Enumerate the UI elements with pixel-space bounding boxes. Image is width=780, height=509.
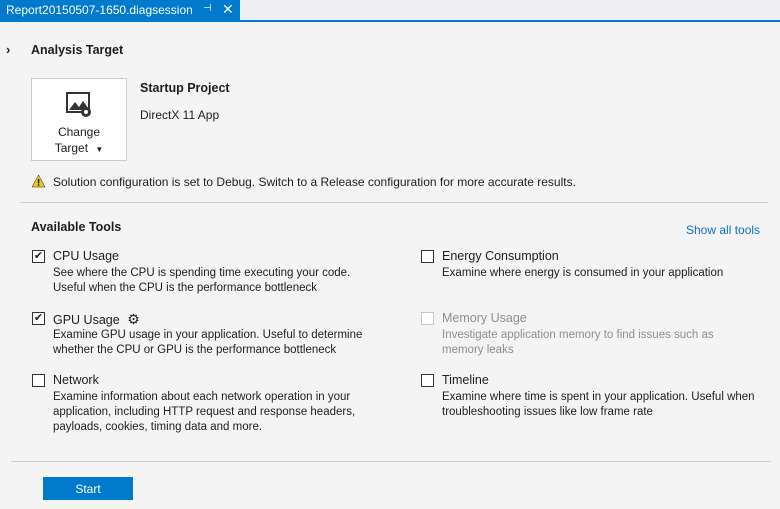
energy-consumption-checkbox[interactable] <box>421 250 434 263</box>
target-image-icon <box>66 92 91 117</box>
tool-description: Examine information about each network o… <box>53 391 356 433</box>
timeline-checkbox[interactable] <box>421 374 434 387</box>
gpu-usage-checkbox[interactable]: ✔ <box>32 312 45 325</box>
tab-diagsession[interactable]: Report20150507-1650.diagsession ⊣ ✕ <box>0 0 240 20</box>
close-icon[interactable]: ✕ <box>222 1 234 18</box>
dropdown-arrow-icon: ▼ <box>95 145 104 154</box>
warning-icon <box>31 174 46 188</box>
gear-icon[interactable]: ⚙ <box>127 311 140 327</box>
tool-label: CPU Usage <box>53 249 119 263</box>
cpu-usage-checkbox[interactable]: ✔ <box>32 250 45 263</box>
change-label: Change <box>57 125 101 139</box>
change-target-button[interactable]: Change Target ▼ <box>31 78 127 161</box>
show-all-tools-link[interactable]: Show all tools <box>686 223 760 237</box>
network-checkbox[interactable] <box>32 374 45 387</box>
tool-description: Examine where time is spent in your appl… <box>442 391 755 418</box>
chevron-right-icon[interactable]: › <box>6 42 10 57</box>
tool-label: Network <box>53 373 99 387</box>
tool-description: See where the CPU is spending time execu… <box>53 267 351 294</box>
divider <box>20 202 768 203</box>
startup-project-value: DirectX 11 App <box>140 108 220 122</box>
tool-label: Timeline <box>442 373 489 387</box>
tool-label: GPU Usage <box>53 313 120 327</box>
available-tools-header: Available Tools <box>31 220 122 234</box>
divider <box>11 461 771 462</box>
analysis-target-header[interactable]: Analysis Target <box>31 43 123 57</box>
tab-title: Report20150507-1650.diagsession <box>6 3 193 17</box>
tool-description: Investigate application memory to find i… <box>442 329 714 356</box>
memory-usage-checkbox <box>421 312 434 325</box>
tool-label: Memory Usage <box>442 311 527 325</box>
tool-label: Energy Consumption <box>442 249 559 263</box>
warning-message: Solution configuration is set to Debug. … <box>53 175 576 189</box>
start-button[interactable]: Start <box>43 477 133 500</box>
pin-icon[interactable]: ⊣ <box>203 3 212 14</box>
tool-description: Examine where energy is consumed in your… <box>442 267 724 279</box>
target-label: Target <box>54 141 89 155</box>
tool-description: Examine GPU usage in your application. U… <box>53 329 363 356</box>
startup-project-label: Startup Project <box>140 81 230 95</box>
tab-underline <box>0 20 780 22</box>
